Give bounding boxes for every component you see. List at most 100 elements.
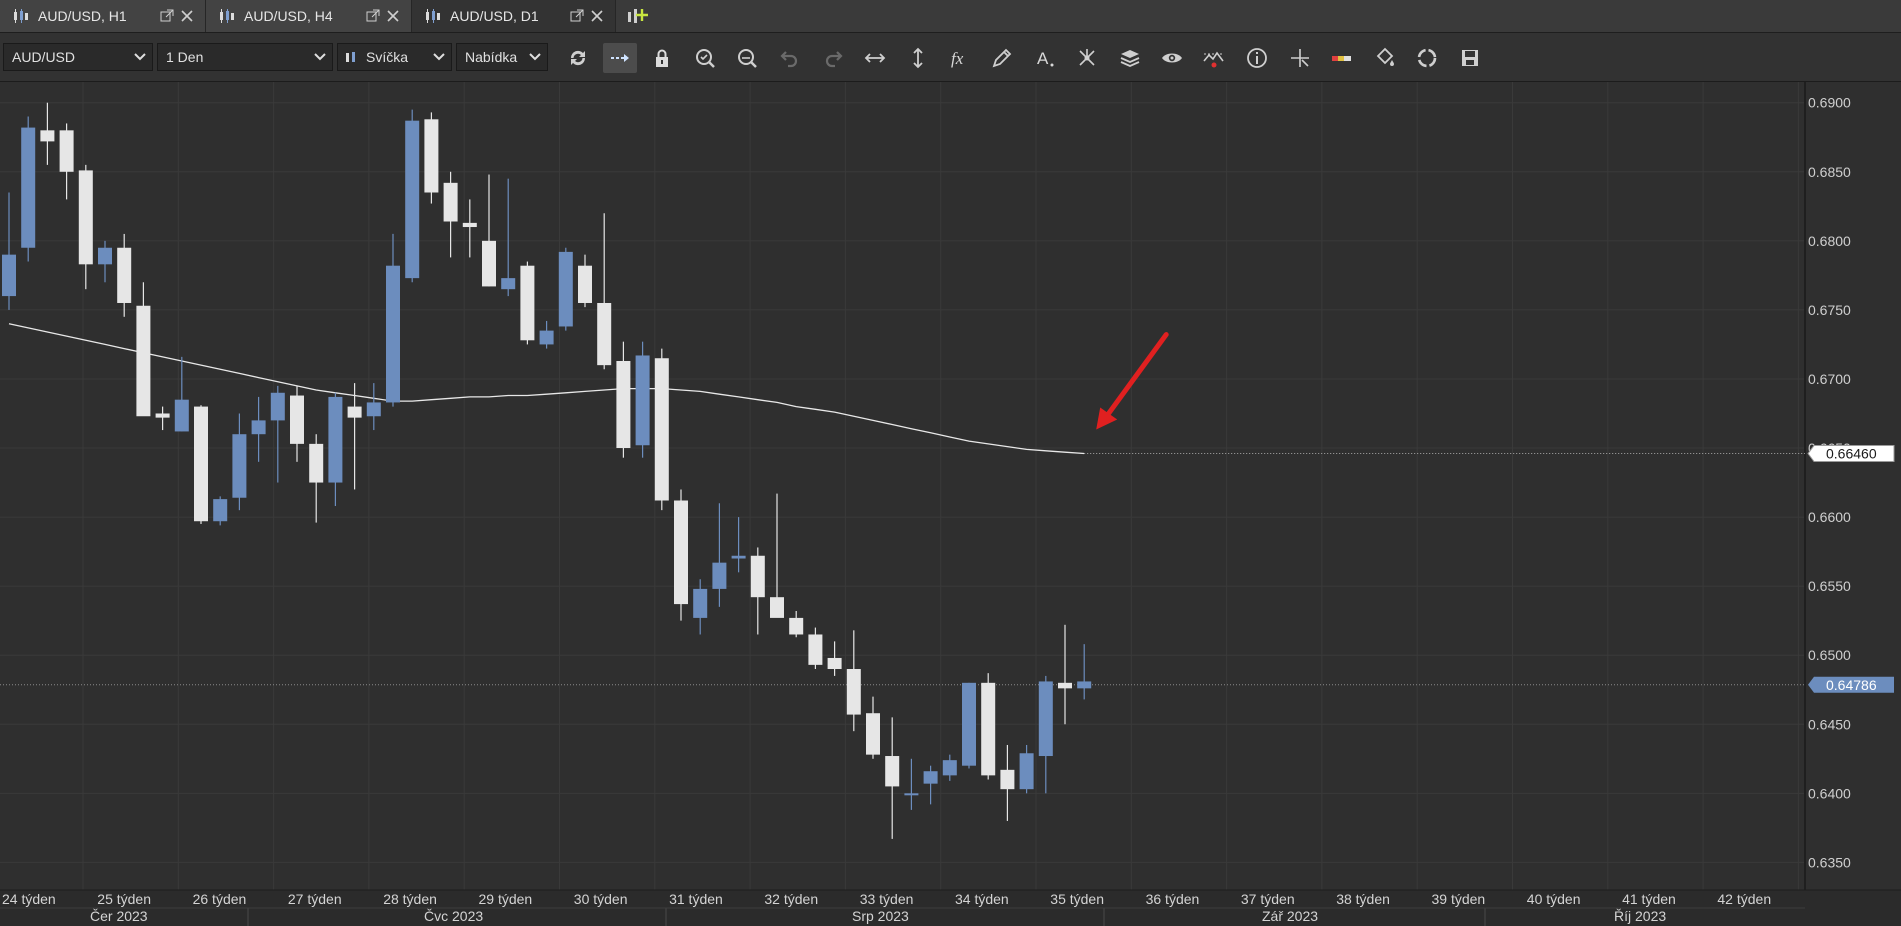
color-bar-button[interactable]	[1325, 43, 1359, 73]
candle-body[interactable]	[866, 713, 880, 755]
candle-body[interactable]	[482, 240, 496, 287]
candle-body[interactable]	[539, 330, 554, 345]
candle-body[interactable]	[424, 119, 439, 193]
chart-type-select[interactable]: Svíčka	[337, 43, 452, 71]
candle-body[interactable]	[501, 278, 516, 290]
vertical-arrows-button[interactable]	[901, 43, 935, 73]
candle-body[interactable]	[635, 355, 650, 446]
popout-icon[interactable]	[160, 9, 174, 23]
new-chart-tab-icon[interactable]	[624, 5, 650, 27]
eye-button[interactable]	[1155, 43, 1189, 73]
zoom-out-icon	[738, 49, 757, 68]
period-select[interactable]: 1 Den	[157, 43, 333, 71]
week-label: 29 týden	[479, 891, 533, 907]
candle-body[interactable]	[21, 127, 36, 248]
undo-button[interactable]	[773, 43, 807, 73]
horizontal-arrows-icon	[864, 53, 886, 63]
close-icon[interactable]	[180, 9, 194, 23]
close-icon[interactable]	[590, 9, 604, 23]
lock-button[interactable]	[645, 43, 679, 73]
candle-body[interactable]	[405, 120, 420, 279]
candle-body[interactable]	[1058, 682, 1072, 689]
chevron-down-icon	[529, 53, 541, 61]
tab-aud-usd-h1[interactable]: AUD/USD, H1	[0, 0, 206, 32]
paint-bucket-button[interactable]	[1368, 43, 1402, 73]
pencil-button[interactable]	[985, 43, 1019, 73]
symbol-select[interactable]: AUD/USD	[3, 43, 153, 71]
save-button[interactable]	[1453, 43, 1487, 73]
pattern-button[interactable]	[1070, 43, 1104, 73]
candle-body[interactable]	[40, 130, 55, 142]
candle-body[interactable]	[232, 434, 247, 498]
candle-body[interactable]	[904, 793, 919, 796]
candle-body[interactable]	[1077, 681, 1092, 689]
candle-body[interactable]	[923, 771, 938, 784]
candle-body[interactable]	[443, 182, 458, 222]
candle-body[interactable]	[558, 251, 573, 327]
candle-body[interactable]	[578, 265, 592, 303]
candle-body[interactable]	[59, 130, 74, 172]
crosshair-button[interactable]	[1283, 43, 1317, 73]
text-tool-button[interactable]: A	[1028, 43, 1062, 73]
redo-button[interactable]	[816, 43, 850, 73]
candle-body[interactable]	[616, 361, 631, 449]
info-button[interactable]	[1240, 43, 1274, 73]
candle-body[interactable]	[731, 555, 746, 559]
price-side-select[interactable]: Nabídka	[456, 43, 548, 71]
candle-body[interactable]	[462, 222, 477, 228]
tab-aud-usd-d1[interactable]: AUD/USD, D1	[412, 0, 616, 32]
candle-body[interactable]	[78, 170, 93, 265]
candle-body[interactable]	[213, 499, 228, 522]
candle-body[interactable]	[174, 399, 189, 432]
candle-body[interactable]	[981, 682, 996, 776]
candle-body[interactable]	[808, 634, 823, 665]
zoom-out-button[interactable]	[730, 43, 764, 73]
tab-aud-usd-h4[interactable]: AUD/USD, H4	[206, 0, 412, 32]
candle-body[interactable]	[309, 443, 324, 483]
candle-body[interactable]	[789, 617, 804, 635]
candle-body[interactable]	[597, 302, 612, 366]
refresh-button[interactable]	[561, 43, 595, 73]
indicators-fx-button[interactable]: fx	[943, 43, 977, 73]
alert-button[interactable]	[1197, 43, 1231, 73]
chevron-down-icon	[134, 53, 146, 61]
candle-body[interactable]	[827, 657, 842, 670]
candle-body[interactable]	[885, 756, 900, 787]
reload-template-button[interactable]	[1410, 43, 1444, 73]
autoscroll-button[interactable]	[603, 43, 637, 73]
candle-body[interactable]	[520, 265, 535, 341]
candle-body[interactable]	[136, 305, 151, 417]
candle-body[interactable]	[1038, 681, 1053, 757]
candle-body[interactable]	[270, 392, 285, 421]
candle-body[interactable]	[693, 588, 708, 618]
layers-button[interactable]	[1113, 43, 1147, 73]
close-icon[interactable]	[386, 9, 400, 23]
candle-body[interactable]	[846, 669, 861, 715]
candle-body[interactable]	[654, 358, 669, 501]
candle-body[interactable]	[155, 413, 170, 418]
chart-area[interactable]: 0.69000.68500.68000.67500.67000.66500.66…	[0, 82, 1901, 926]
candle-body[interactable]	[328, 396, 343, 483]
candle-body[interactable]	[2, 254, 16, 297]
candle-body[interactable]	[962, 682, 976, 766]
horizontal-arrows-button[interactable]	[858, 43, 892, 73]
zoom-in-button[interactable]	[688, 43, 722, 73]
candle-body[interactable]	[251, 420, 266, 435]
candle-body[interactable]	[1000, 769, 1015, 790]
candle-body[interactable]	[750, 555, 765, 598]
candle-body[interactable]	[98, 247, 112, 265]
popout-icon[interactable]	[570, 9, 584, 23]
popout-icon[interactable]	[366, 9, 380, 23]
candle-body[interactable]	[347, 406, 362, 418]
price-chart[interactable]: 0.69000.68500.68000.67500.67000.66500.66…	[0, 82, 1901, 926]
candle-body[interactable]	[366, 402, 381, 417]
candle-body[interactable]	[117, 247, 132, 303]
candle-body[interactable]	[194, 406, 208, 522]
candle-body[interactable]	[386, 265, 400, 403]
candle-body[interactable]	[942, 760, 957, 776]
candle-body[interactable]	[712, 562, 727, 589]
candle-body[interactable]	[1019, 753, 1034, 790]
candle-body[interactable]	[674, 500, 688, 605]
candle-body[interactable]	[770, 597, 784, 618]
candle-body[interactable]	[290, 395, 304, 444]
